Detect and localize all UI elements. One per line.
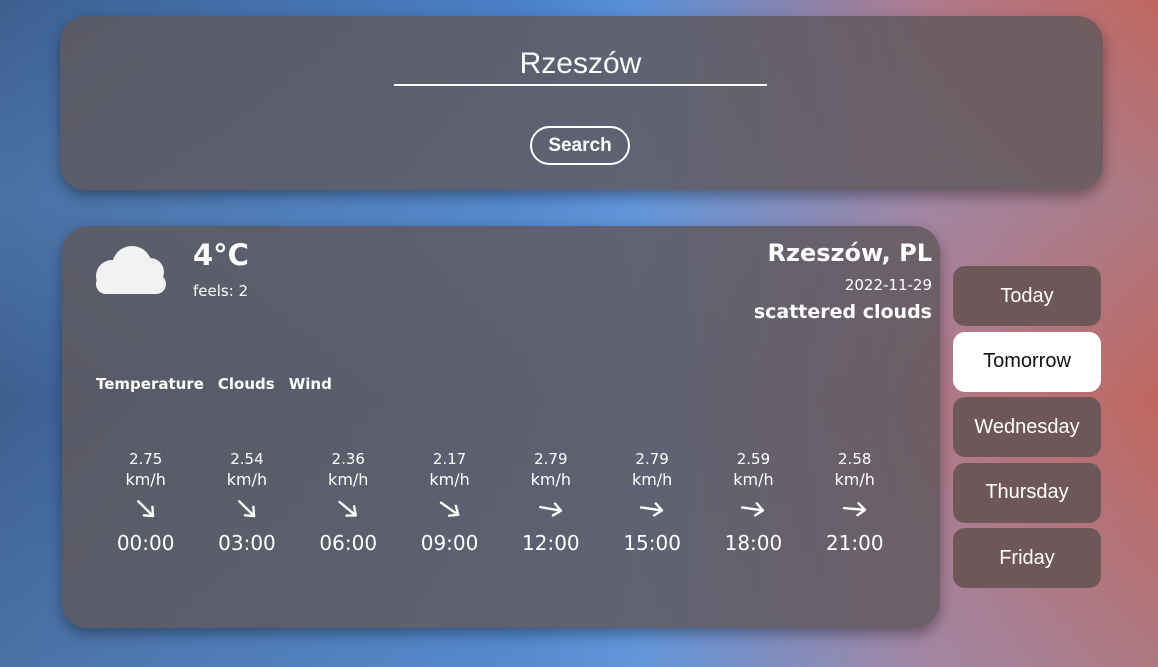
forecast-time: 15:00 [623, 531, 681, 555]
forecast-column: 2.79 km/h 12:00 [500, 450, 601, 555]
city-search-input[interactable] [394, 44, 767, 86]
forecast-column: 2.17 km/h 09:00 [399, 450, 500, 555]
forecast-date: 2022-11-29 [844, 276, 932, 294]
chart-tabs: Temperature Clouds Wind [96, 375, 332, 393]
tab-wind[interactable]: Wind [289, 375, 332, 393]
forecast-column: 2.58 km/h 21:00 [804, 450, 905, 555]
forecast-time: 06:00 [319, 531, 378, 555]
day-button-wednesday[interactable]: Wednesday [953, 397, 1101, 457]
forecast-time: 03:00 [218, 531, 276, 555]
forecast-column: 2.54 km/h 03:00 [196, 450, 297, 555]
wind-arrow-icon [439, 501, 459, 517]
wind-unit: km/h [328, 470, 369, 489]
wind-arrow-icon [338, 500, 358, 517]
cloud-icon [96, 246, 166, 294]
wind-speed: 2.59 [736, 450, 771, 468]
forecast-time: 12:00 [522, 531, 580, 555]
search-panel: Search [60, 16, 1103, 190]
wind-speed: 2.75 [128, 450, 163, 468]
forecast-time: 00:00 [116, 531, 175, 555]
wind-forecast: 2.75 km/h 00:00 2.54 km/h 03:00 2.36 km/h 06:00 2… [95, 450, 905, 555]
wind-unit: km/h [834, 470, 875, 489]
wind-arrow-icon [842, 502, 866, 517]
day-button-friday[interactable]: Friday [953, 528, 1101, 588]
feels-like: feels: 2 [193, 282, 249, 300]
wind-speed: 2.36 [331, 450, 365, 468]
wind-speed: 2.58 [838, 450, 872, 468]
wind-unit: km/h [530, 470, 572, 489]
day-button-tomorrow[interactable]: Tomorrow [953, 331, 1101, 392]
wind-unit: km/h [429, 470, 470, 489]
weather-panel: 4°C feels: 2 Rzeszów, PL 2022-11-29 scat… [62, 226, 940, 628]
current-temperature: 4°C [193, 238, 249, 272]
tab-clouds[interactable]: Clouds [218, 375, 275, 393]
forecast-time: 18:00 [724, 531, 783, 555]
day-button-thursday[interactable]: Thursday [953, 462, 1101, 523]
forecast-column: 2.36 km/h 06:00 [298, 450, 399, 555]
weather-description: scattered clouds [753, 301, 932, 323]
city-name: Rzeszów, PL [767, 239, 932, 267]
wind-arrow-icon [640, 502, 664, 517]
wind-speed: 2.79 [635, 450, 669, 468]
wind-unit: km/h [733, 470, 774, 489]
wind-speed: 2.54 [230, 450, 264, 468]
wind-arrow-icon [741, 502, 765, 517]
forecast-time: 21:00 [825, 531, 884, 555]
day-button-today[interactable]: Today [953, 266, 1101, 326]
wind-unit: km/h [226, 470, 268, 489]
forecast-column: 2.79 km/h 15:00 [601, 450, 702, 555]
wind-arrow-icon [136, 500, 154, 518]
wind-speed: 2.79 [534, 450, 568, 468]
forecast-column: 2.59 km/h 18:00 [703, 450, 804, 555]
wind-unit: km/h [631, 470, 673, 489]
wind-speed: 2.17 [432, 450, 467, 468]
forecast-time: 09:00 [420, 531, 479, 555]
wind-arrow-icon [237, 500, 256, 518]
wind-arrow-icon [538, 502, 562, 517]
forecast-column: 2.75 km/h 00:00 [95, 450, 196, 555]
wind-unit: km/h [125, 470, 166, 489]
search-button[interactable]: Search [530, 126, 630, 165]
tab-temperature[interactable]: Temperature [96, 375, 204, 393]
